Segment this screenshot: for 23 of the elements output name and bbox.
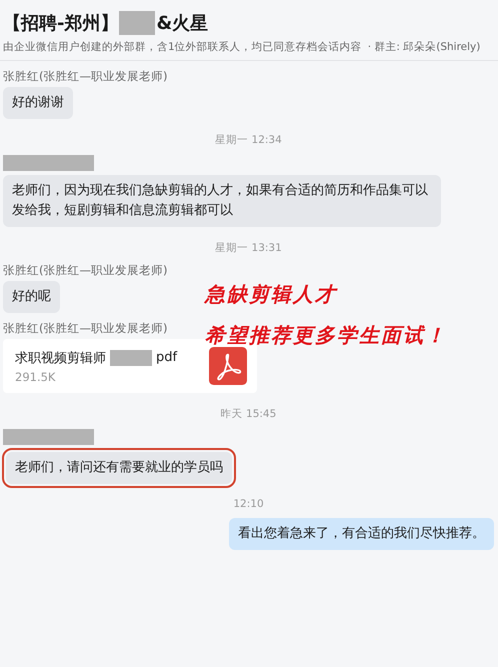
- file-size: 291.5K: [15, 370, 56, 384]
- timestamp: 12:10: [233, 498, 264, 510]
- group-description: 由企业微信用户创建的外部群，含1位外部联系人，均已同意存档会话内容: [3, 40, 362, 54]
- sender-name: 张胜红(张胜红—职业发展老师): [3, 263, 168, 278]
- group-title: &火星: [156, 12, 208, 35]
- redacted-block: [110, 350, 152, 366]
- message-bubble: 老师们，请问还有需要就业的学员吗: [6, 452, 232, 484]
- file-name: 求职视频剪辑师: [15, 350, 106, 366]
- sender-name: 张胜红(张胜红—职业发展老师): [3, 321, 168, 336]
- group-owner: · 群主: 邱朵朵(Shirely): [368, 40, 480, 54]
- sender-name: 张胜红(张胜红—职业发展老师): [3, 69, 168, 84]
- message-bubble: 看出您着急来了，有合适的我们尽快推荐。: [229, 518, 494, 550]
- timestamp: 昨天 15:45: [220, 407, 276, 421]
- annotation-text: 急缺剪辑人才: [205, 281, 339, 308]
- file-name: pdf: [156, 350, 178, 365]
- message-bubble: 好的谢谢: [3, 87, 73, 119]
- pdf-icon: [209, 347, 247, 385]
- redacted-block: [119, 11, 156, 35]
- message-bubble: 好的呢: [3, 281, 60, 313]
- message-bubble: 老师们，因为现在我们急缺剪辑的人才，如果有合适的简历和作品集可以发给我，短剧剪辑和信息流剪辑都可以: [3, 175, 441, 227]
- timestamp: 星期一 13:31: [215, 241, 282, 255]
- timestamp: 星期一 12:34: [215, 133, 282, 147]
- group-title: 【招聘-郑州】: [3, 12, 118, 35]
